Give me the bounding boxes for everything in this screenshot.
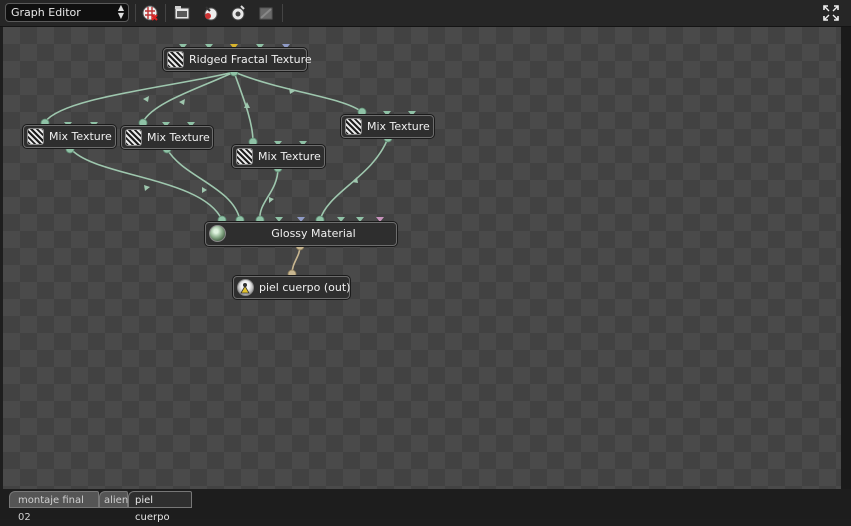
tab-piel-cuerpo[interactable]: piel cuerpo — [128, 491, 192, 523]
node-ridged-fractal-texture[interactable]: Ridged Fractal Texture — [163, 48, 312, 71]
output-icon — [237, 279, 254, 296]
maximize-icon[interactable] — [823, 5, 839, 21]
node-label: piel cuerpo (out) — [259, 281, 351, 294]
texture-icon — [167, 51, 184, 68]
node-connections — [40, 44, 416, 279]
canvas-right-border — [841, 27, 851, 489]
node-graph-canvas[interactable]: Ridged Fractal Texture Mix Texture Mix T… — [3, 27, 841, 489]
node-label: Glossy Material — [271, 227, 356, 240]
texture-icon — [125, 129, 142, 146]
render-stop-icon[interactable] — [140, 3, 160, 23]
wire-mix4-glossy — [319, 137, 389, 221]
wire-mix2-glossy — [166, 148, 241, 221]
node-label: Mix Texture — [49, 130, 112, 143]
tab-montaje-final-02[interactable]: montaje final 02 — [9, 491, 99, 523]
texture-icon — [27, 128, 44, 145]
toolbar-separator — [135, 4, 136, 22]
wire-mix1-glossy — [69, 147, 223, 221]
render-camera-icon[interactable] — [172, 3, 192, 23]
texture-icon — [345, 118, 362, 135]
wire-mix3-glossy — [259, 167, 279, 221]
graph-tab-bar: montaje final 02 alien piel cuerpo — [0, 489, 851, 523]
editor-type-label: Graph Editor — [11, 6, 81, 19]
node-label: Ridged Fractal Texture — [189, 53, 312, 66]
node-label: Mix Texture — [258, 150, 321, 163]
node-mix-texture-3[interactable]: Mix Texture — [232, 145, 325, 168]
toolbar: Graph Editor ▲ ▼ — [0, 0, 851, 27]
toolbar-separator — [165, 4, 166, 22]
disabled-node-icon[interactable] — [256, 3, 276, 23]
node-mix-texture-1[interactable]: Mix Texture — [23, 125, 116, 148]
tab-label: alien — [104, 495, 129, 506]
object-preview-icon[interactable] — [228, 3, 248, 23]
node-label: Mix Texture — [147, 131, 210, 144]
editor-type-select[interactable]: Graph Editor ▲ ▼ — [5, 3, 129, 22]
texture-icon — [236, 148, 253, 165]
tab-alien[interactable]: alien — [99, 491, 128, 508]
node-material-output[interactable]: piel cuerpo (out) — [233, 276, 350, 299]
node-glossy-material[interactable]: Glossy Material — [205, 222, 397, 246]
node-label: Mix Texture — [367, 120, 430, 133]
wire-ridged-mix2 — [142, 71, 235, 123]
select-arrows-icon: ▲ ▼ — [117, 3, 124, 20]
node-mix-texture-4[interactable]: Mix Texture — [341, 115, 434, 138]
wire-ridged-mix3 — [233, 71, 254, 143]
material-preview-icon[interactable] — [200, 3, 220, 23]
wire-ridged-mix1 — [44, 71, 235, 123]
node-mix-texture-2[interactable]: Mix Texture — [121, 126, 213, 149]
wire-ridged-mix4 — [233, 71, 363, 113]
toolbar-separator — [282, 4, 283, 22]
material-sphere-icon — [209, 225, 226, 242]
